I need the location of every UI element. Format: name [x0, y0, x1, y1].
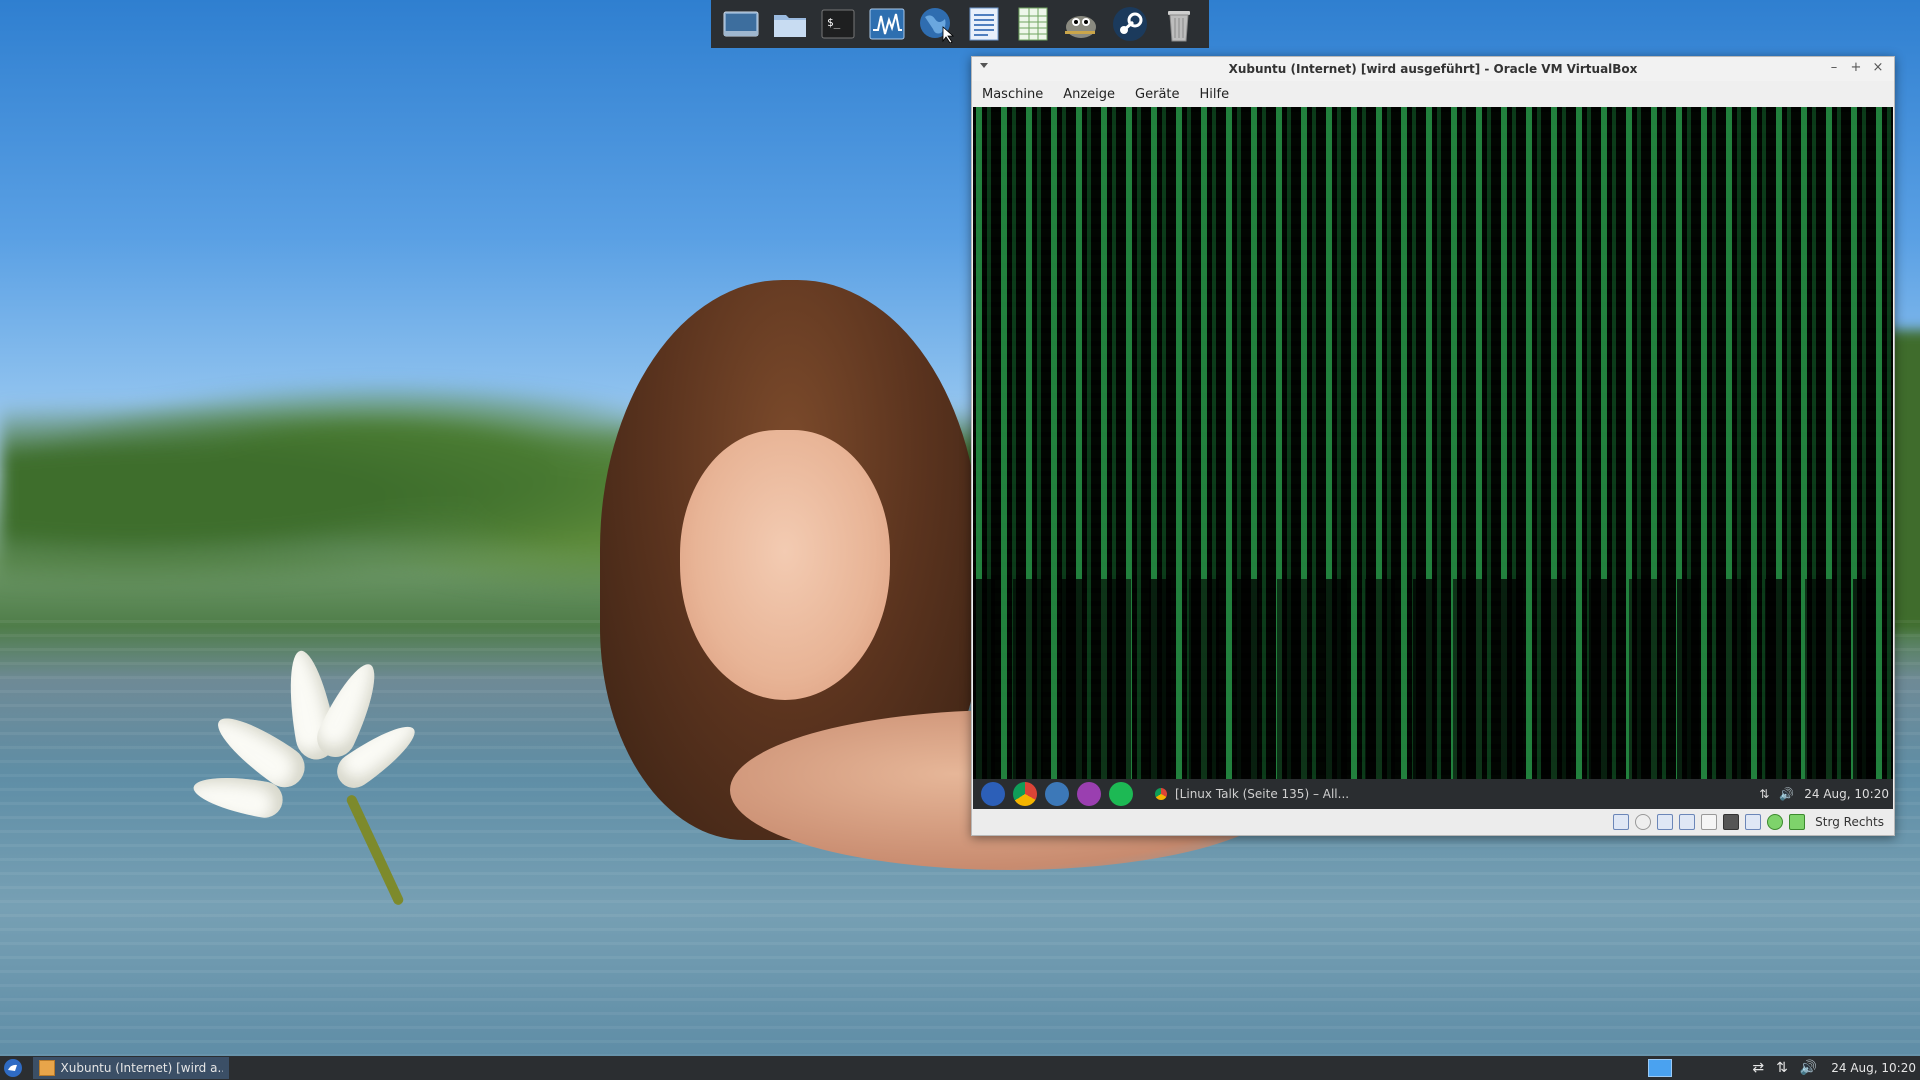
host-clock[interactable]: 24 Aug, 10:20: [1831, 1061, 1916, 1075]
guest-task-label: [Linux Talk (Seite 135) – All...: [1175, 787, 1350, 801]
system-tray: ⇄ ⇅ 🔊 24 Aug, 10:20: [1752, 1060, 1920, 1076]
pidgin-icon[interactable]: [1077, 782, 1101, 806]
menu-hilfe[interactable]: Hilfe: [1190, 87, 1240, 102]
guest-task-button[interactable]: [Linux Talk (Seite 135) – All...: [1155, 787, 1349, 801]
menu-anzeige[interactable]: Anzeige: [1053, 87, 1125, 102]
matrix-rain-fade: [973, 579, 1893, 779]
close-button[interactable]: ×: [1870, 60, 1886, 76]
whisker-menu-icon[interactable]: [3, 1058, 23, 1078]
thunderbird-icon[interactable]: [1045, 782, 1069, 806]
vbox-statusbar: Strg Rechts: [972, 809, 1894, 835]
optical-drive-icon[interactable]: [1635, 814, 1652, 830]
guest-tray: ⇅ 🔊 24 Aug, 10:20: [1759, 787, 1893, 801]
host-bottom-panel: Xubuntu (Internet) [wird a... ⇄ ⇅ 🔊 24 A…: [0, 1056, 1920, 1080]
guest-display[interactable]: [973, 107, 1893, 779]
show-desktop-icon[interactable]: [721, 4, 761, 44]
shared-folders-icon[interactable]: [1723, 814, 1740, 830]
audio-icon[interactable]: [1657, 814, 1674, 830]
minimize-button[interactable]: –: [1826, 60, 1842, 76]
taskbar-window-label: Xubuntu (Internet) [wird a...: [60, 1061, 223, 1075]
hard-disk-icon[interactable]: [1613, 814, 1630, 830]
web-browser-icon[interactable]: [916, 4, 956, 44]
wallpaper-water-lily: [180, 640, 480, 907]
usb-icon[interactable]: [1701, 814, 1718, 830]
wallpaper-face: [680, 430, 890, 700]
workspace-switcher[interactable]: [1648, 1059, 1673, 1077]
top-dock: $_: [711, 0, 1209, 48]
menu-geraete[interactable]: Geräte: [1125, 87, 1189, 102]
spotify-icon[interactable]: [1109, 782, 1133, 806]
window-title: Xubuntu (Internet) [wird ausgeführt] - O…: [1228, 62, 1638, 76]
maximize-button[interactable]: +: [1848, 60, 1864, 76]
chrome-icon[interactable]: [1013, 782, 1037, 806]
terminal-icon[interactable]: $_: [818, 4, 858, 44]
network-icon[interactable]: ⇅: [1759, 787, 1769, 801]
steam-icon[interactable]: [1110, 4, 1150, 44]
keyboard-capture-icon[interactable]: [1789, 814, 1806, 830]
text-document-icon[interactable]: [964, 4, 1004, 44]
menu-maschine[interactable]: Maschine: [972, 87, 1053, 102]
file-manager-icon[interactable]: [770, 4, 810, 44]
trash-icon[interactable]: [1159, 4, 1199, 44]
network-activity-icon[interactable]: ⇅: [1776, 1060, 1788, 1076]
network-manager-icon[interactable]: ⇄: [1752, 1060, 1764, 1076]
whisker-menu-icon[interactable]: [981, 782, 1005, 806]
guest-clock[interactable]: 24 Aug, 10:20: [1804, 787, 1889, 801]
chrome-small-icon: [1155, 788, 1167, 800]
capture-icon[interactable]: [1767, 814, 1784, 830]
system-monitor-icon[interactable]: [867, 4, 907, 44]
spreadsheet-icon[interactable]: [1013, 4, 1053, 44]
window-menu-icon[interactable]: [980, 63, 988, 68]
taskbar-window-button[interactable]: Xubuntu (Internet) [wird a...: [33, 1057, 229, 1079]
window-titlebar[interactable]: Xubuntu (Internet) [wird ausgeführt] - O…: [972, 57, 1894, 81]
svg-text:$_: $_: [827, 16, 841, 29]
wallpaper-person: [600, 280, 1290, 900]
gimp-icon[interactable]: [1061, 4, 1101, 44]
virtualbox-icon: [39, 1060, 55, 1076]
volume-icon[interactable]: 🔊: [1779, 787, 1794, 801]
menubar: Maschine Anzeige Geräte Hilfe: [972, 81, 1894, 107]
display-icon[interactable]: [1745, 814, 1762, 830]
host-key-label: Strg Rechts: [1815, 815, 1884, 829]
volume-icon[interactable]: 🔊: [1800, 1060, 1817, 1076]
virtualbox-window: Xubuntu (Internet) [wird ausgeführt] - O…: [971, 56, 1895, 836]
guest-panel: [Linux Talk (Seite 135) – All... ⇅ 🔊 24 …: [973, 779, 1893, 809]
network-adapter-icon[interactable]: [1679, 814, 1696, 830]
